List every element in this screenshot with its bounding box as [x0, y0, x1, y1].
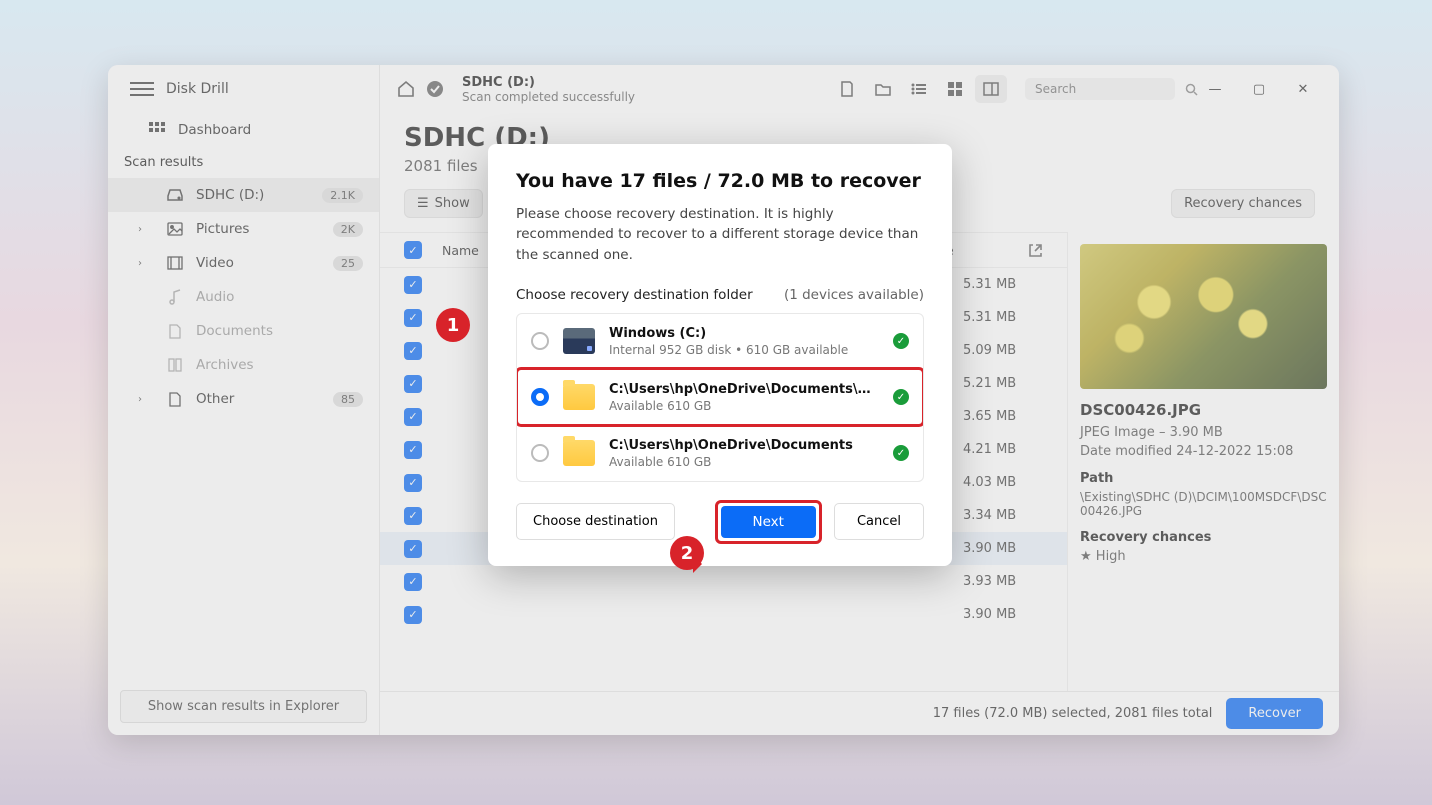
next-highlight: Next [715, 500, 822, 544]
destination-path: C:\Users\hp\OneDrive\Documents [609, 438, 879, 453]
destination-item[interactable]: C:\Users\hp\OneDrive\Documents\Recov… Ava… [517, 369, 923, 425]
modal-subhead: Choose recovery destination folder (1 de… [516, 287, 924, 303]
annotation-1: 1 [436, 308, 470, 342]
destination-text: C:\Users\hp\OneDrive\Documents Available … [609, 438, 879, 469]
radio-button[interactable] [531, 444, 549, 462]
disk-icon [563, 328, 595, 354]
devices-count: (1 devices available) [784, 287, 924, 303]
choose-destination-button[interactable]: Choose destination [516, 503, 675, 540]
modal-title: You have 17 files / 72.0 MB to recover [516, 170, 924, 192]
destination-sub: Internal 952 GB disk • 610 GB available [609, 343, 879, 357]
radio-button[interactable] [531, 332, 549, 350]
folder-icon [563, 384, 595, 410]
next-button[interactable]: Next [721, 506, 816, 538]
cancel-button[interactable]: Cancel [834, 503, 924, 540]
folder-icon [563, 440, 595, 466]
destination-item[interactable]: C:\Users\hp\OneDrive\Documents Available … [517, 425, 923, 481]
recovery-modal: You have 17 files / 72.0 MB to recover P… [488, 144, 952, 566]
destination-path: C:\Users\hp\OneDrive\Documents\Recov… [609, 382, 879, 397]
destination-sub: Available 610 GB [609, 399, 879, 413]
check-icon: ✓ [893, 389, 909, 405]
choose-label: Choose recovery destination folder [516, 287, 753, 303]
radio-button[interactable] [531, 388, 549, 406]
destination-list: Windows (C:) Internal 952 GB disk • 610 G… [516, 313, 924, 482]
destination-item[interactable]: Windows (C:) Internal 952 GB disk • 610 G… [517, 314, 923, 369]
check-icon: ✓ [893, 333, 909, 349]
modal-actions: Choose destination Next Cancel [516, 500, 924, 544]
destination-path: Windows (C:) [609, 326, 879, 341]
check-icon: ✓ [893, 445, 909, 461]
destination-sub: Available 610 GB [609, 455, 879, 469]
destination-text: C:\Users\hp\OneDrive\Documents\Recov… Ava… [609, 382, 879, 413]
destination-text: Windows (C:) Internal 952 GB disk • 610 G… [609, 326, 879, 357]
modal-description: Please choose recovery destination. It i… [516, 204, 924, 265]
annotation-2: 2 [670, 536, 704, 570]
